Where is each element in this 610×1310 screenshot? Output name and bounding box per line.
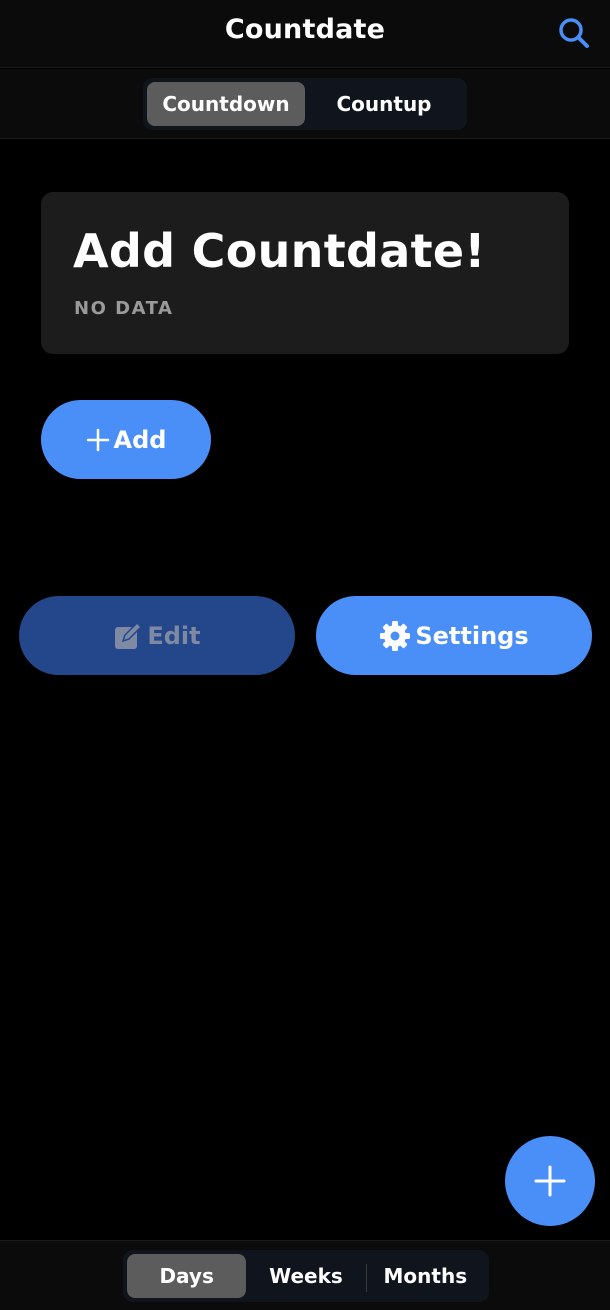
tab-months[interactable]: Months	[365, 1254, 485, 1298]
unit-segmented-control: Days Weeks Months	[123, 1250, 489, 1302]
edit-button[interactable]: Edit	[19, 596, 295, 675]
search-icon	[559, 18, 589, 48]
card-title: Add Countdate!	[73, 224, 486, 278]
edit-button-label: Edit	[147, 621, 201, 650]
mode-segmented-control: Countdown Countup	[143, 78, 467, 130]
tab-weeks[interactable]: Weeks	[246, 1254, 365, 1298]
search-button[interactable]	[556, 15, 592, 51]
tab-countdown[interactable]: Countdown	[147, 82, 305, 126]
edit-icon	[113, 621, 143, 651]
add-button[interactable]: Add	[41, 400, 211, 479]
top-app-bar: Countdate	[0, 0, 610, 68]
gear-icon	[379, 620, 411, 652]
tab-months-label: Months	[383, 1264, 468, 1288]
add-fab[interactable]	[505, 1136, 595, 1226]
mode-tab-bar: Countdown Countup	[0, 69, 610, 139]
add-button-label: Add	[113, 425, 167, 454]
unit-tab-bar: Days Weeks Months	[0, 1240, 610, 1310]
settings-button-label: Settings	[415, 621, 529, 650]
app-title: Countdate	[224, 14, 386, 45]
tab-divider	[365, 1264, 367, 1292]
plus-icon	[534, 1165, 566, 1197]
tab-days[interactable]: Days	[127, 1254, 247, 1298]
countdate-card[interactable]: Add Countdate! NO DATA	[41, 192, 569, 354]
tab-countup[interactable]: Countup	[305, 82, 463, 126]
plus-icon	[86, 428, 110, 452]
settings-button[interactable]: Settings	[316, 596, 592, 675]
card-subtitle: NO DATA	[74, 298, 174, 319]
